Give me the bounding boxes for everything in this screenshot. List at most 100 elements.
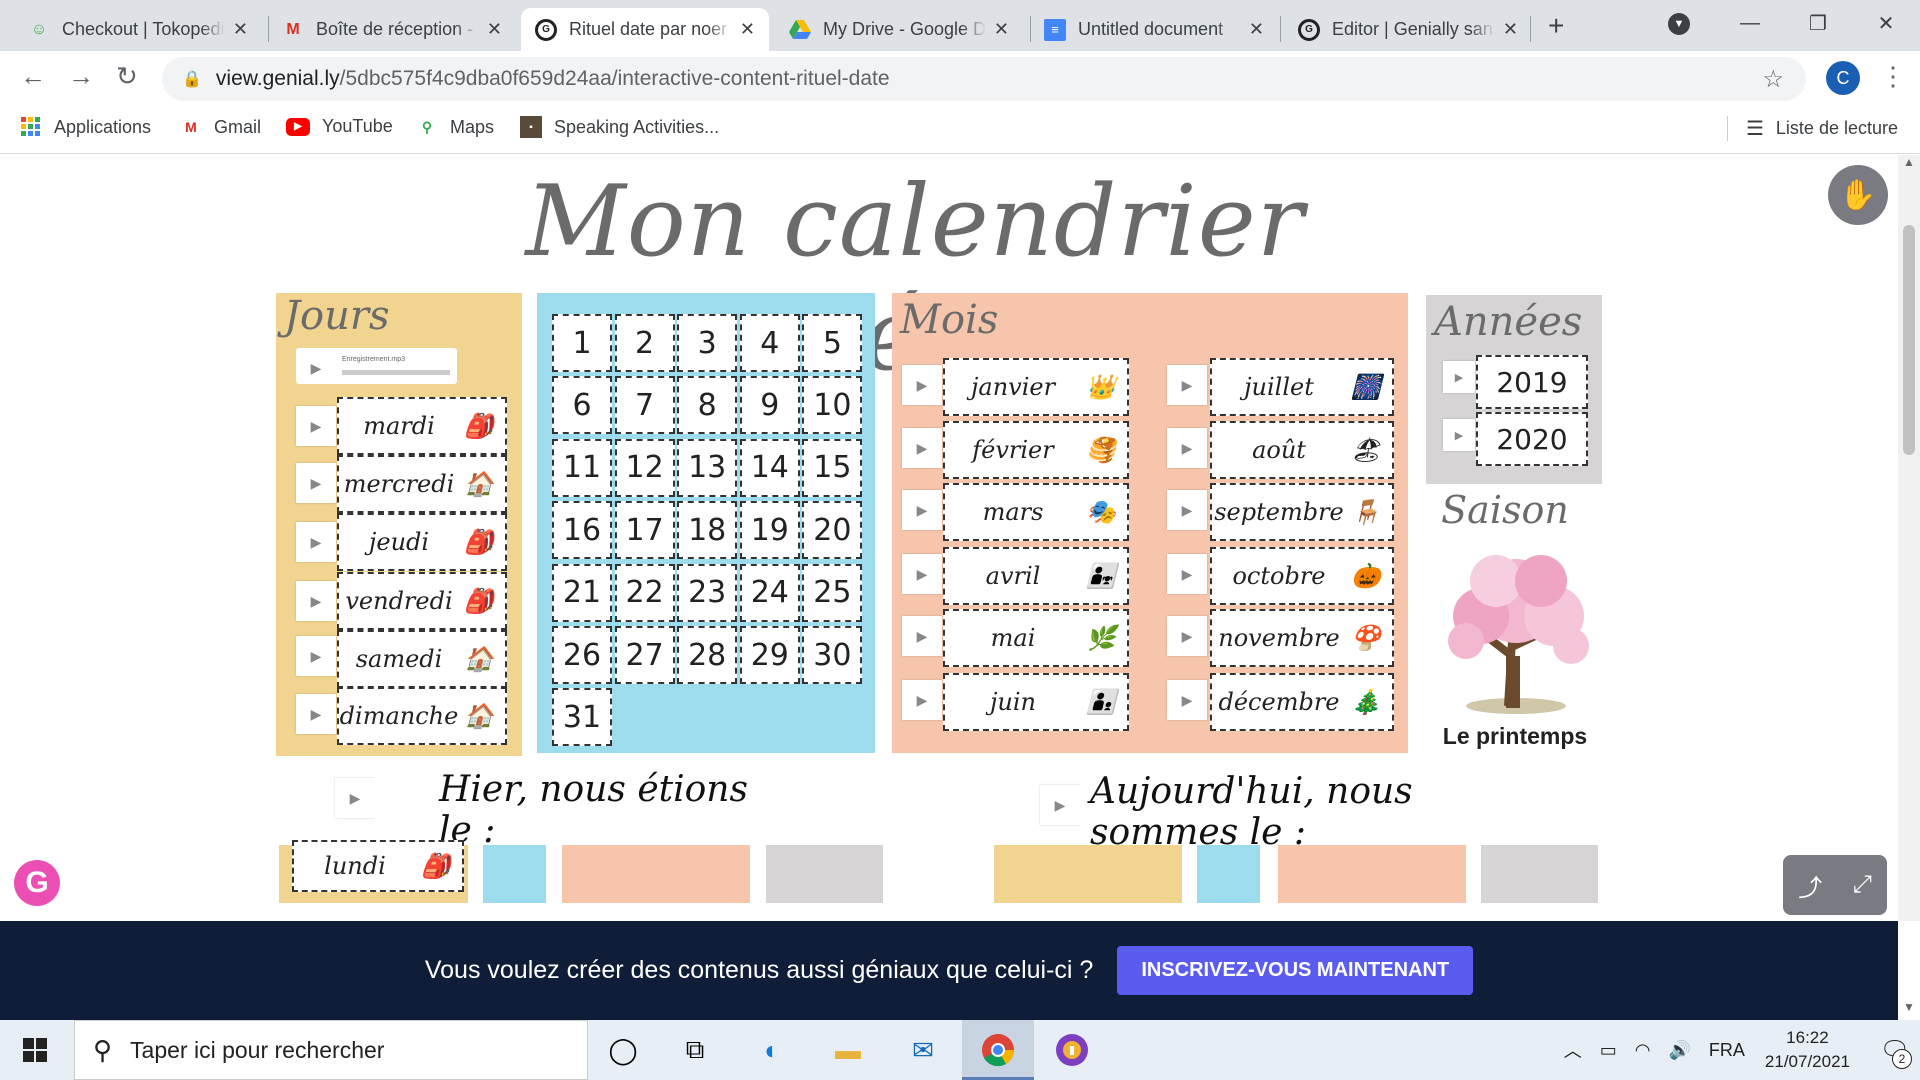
play-icon[interactable]: ▶ <box>1443 361 1475 393</box>
tab-tokopedia[interactable]: ☺ Checkout | Tokopedia ✕ <box>14 8 262 51</box>
close-tab-icon[interactable]: ✕ <box>487 19 502 40</box>
play-icon[interactable]: ▶ <box>902 554 942 594</box>
back-arrow-icon[interactable]: ← <box>20 61 46 92</box>
number-card[interactable]: 19 <box>739 501 800 560</box>
play-icon[interactable]: ▶ <box>1167 365 1207 405</box>
task-view-icon[interactable]: ⧉ <box>675 1030 715 1070</box>
genially-logo-icon[interactable]: G <box>14 860 60 906</box>
number-card[interactable]: 4 <box>739 314 800 372</box>
today-month-slot[interactable] <box>1278 845 1466 903</box>
month-card-avril[interactable]: avril 👨‍👧 <box>943 547 1129 605</box>
play-icon[interactable]: ▶ <box>1167 680 1207 720</box>
play-icon[interactable]: ▶ <box>296 694 336 734</box>
close-tab-icon[interactable]: ✕ <box>994 19 1009 40</box>
number-card[interactable]: 11 <box>552 438 612 497</box>
play-icon[interactable]: ▶ <box>1040 785 1080 825</box>
number-card[interactable]: 10 <box>802 376 863 435</box>
taskbar-clock[interactable]: 16:22 21/07/2021 <box>1765 1026 1850 1074</box>
number-card[interactable]: 20 <box>802 501 863 560</box>
restore-icon[interactable]: ❐ <box>1784 0 1852 46</box>
day-card-mardi[interactable]: mardi 🎒 <box>337 397 507 455</box>
play-icon[interactable]: ▶ <box>296 463 336 503</box>
play-icon[interactable]: ▶ <box>335 778 375 818</box>
number-card[interactable]: 22 <box>614 563 675 622</box>
play-icon[interactable]: ▶ <box>902 680 942 720</box>
number-card[interactable]: 2 <box>614 314 675 372</box>
number-card[interactable]: 18 <box>677 501 738 560</box>
play-icon[interactable]: ▶ <box>1167 490 1207 530</box>
yesterday-number-slot[interactable] <box>483 845 546 903</box>
month-card-mai[interactable]: mai 🌿 <box>943 609 1129 667</box>
signup-button[interactable]: INSCRIVEZ-VOUS MAINTENANT <box>1117 946 1474 995</box>
bookmark-gmail[interactable]: M Gmail <box>180 116 261 138</box>
profile-avatar[interactable]: C <box>1826 61 1860 95</box>
number-card[interactable]: 21 <box>552 563 612 622</box>
month-card-mars[interactable]: mars 🎭 <box>943 483 1129 541</box>
page-scrollbar[interactable]: ▲ <box>1898 155 1920 921</box>
bookmark-maps[interactable]: ⚲ Maps <box>416 116 494 138</box>
day-card-dimanche[interactable]: dimanche 🏠 <box>337 687 507 745</box>
battery-icon[interactable]: ▭ <box>1600 1040 1617 1061</box>
number-card[interactable]: 26 <box>552 626 612 684</box>
wifi-icon[interactable]: ◠ <box>1635 1040 1651 1061</box>
windows-start-button[interactable] <box>0 1020 70 1080</box>
play-icon[interactable]: ▶ <box>902 616 942 656</box>
today-number-slot[interactable] <box>1197 845 1260 903</box>
notifications-button[interactable]: 🗨 2 <box>1870 1036 1920 1069</box>
month-card-juillet[interactable]: juillet 🎆 <box>1210 358 1394 416</box>
language-indicator[interactable]: FRA <box>1709 1040 1745 1061</box>
play-icon[interactable]: ▶ <box>296 636 336 676</box>
minimize-icon[interactable]: — <box>1716 0 1784 46</box>
close-tab-icon[interactable]: ✕ <box>233 19 248 40</box>
tab-untitled-document[interactable]: ≡ Untitled document ✕ <box>1030 8 1278 51</box>
month-card-novembre[interactable]: novembre 🍄 <box>1210 609 1394 667</box>
play-icon[interactable]: ▶ <box>1167 616 1207 656</box>
edge-icon[interactable]: ◐ <box>752 1030 792 1070</box>
scroll-down-icon[interactable]: ▼ <box>1898 1000 1920 1020</box>
number-card[interactable]: 3 <box>677 314 738 372</box>
number-card[interactable]: 24 <box>739 563 800 622</box>
browser-menu-icon[interactable]: ⋮ <box>1880 61 1906 92</box>
reading-list-button[interactable]: ☰ Liste de lecture <box>1726 116 1898 141</box>
scroll-up-icon[interactable]: ▲ <box>1898 155 1920 169</box>
scroll-thumb[interactable] <box>1903 225 1915 455</box>
tab-search-icon[interactable]: ▼ <box>1668 13 1690 35</box>
play-icon[interactable]: ▶ <box>902 428 942 468</box>
number-card[interactable]: 1 <box>552 314 612 372</box>
play-icon[interactable]: ▶ <box>296 406 336 446</box>
tab-gmail[interactable]: M Boîte de réception - Gmail ✕ <box>268 8 516 51</box>
bookmark-applications[interactable]: Applications <box>20 116 151 138</box>
share-icon[interactable]: ⤴ <box>1798 868 1822 903</box>
year-card-2020[interactable]: 2020 <box>1476 412 1588 466</box>
day-card-mercredi[interactable]: mercredi 🏠 <box>337 455 507 513</box>
month-card-février[interactable]: février 🥞 <box>943 421 1129 479</box>
number-card[interactable]: 16 <box>552 501 612 560</box>
month-card-décembre[interactable]: décembre 🎄 <box>1210 673 1394 731</box>
play-icon[interactable]: ▶ <box>1167 428 1207 468</box>
fullscreen-icon[interactable]: ⤢ <box>1853 871 1872 899</box>
play-icon[interactable]: ▶ <box>296 522 336 562</box>
today-year-slot[interactable] <box>1481 845 1598 903</box>
number-card[interactable]: 15 <box>802 438 863 497</box>
play-icon[interactable]: ▶ <box>296 581 336 621</box>
close-tab-icon[interactable]: ✕ <box>740 19 755 40</box>
month-card-octobre[interactable]: octobre 🎃 <box>1210 547 1394 605</box>
play-icon[interactable]: ▶ <box>902 365 942 405</box>
number-card[interactable]: 14 <box>739 438 800 497</box>
number-card[interactable]: 17 <box>614 501 675 560</box>
hand-pointer-icon[interactable]: ✋ <box>1828 165 1888 225</box>
number-card[interactable]: 9 <box>739 376 800 435</box>
mail-icon[interactable]: ✉ <box>903 1030 943 1070</box>
number-card[interactable]: 5 <box>802 314 863 372</box>
day-card-lundi[interactable]: lundi 🎒 <box>292 840 464 892</box>
cortana-icon[interactable]: ◯ <box>603 1030 643 1070</box>
close-window-icon[interactable]: ✕ <box>1852 0 1920 46</box>
tab-genially-editor[interactable]: G Editor | Genially sans ✕ <box>1284 8 1532 51</box>
number-card[interactable]: 30 <box>802 626 863 684</box>
yesterday-month-slot[interactable] <box>562 845 750 903</box>
year-card-2019[interactable]: 2019 <box>1476 355 1588 409</box>
volume-icon[interactable]: 🔊 <box>1668 1040 1690 1061</box>
close-tab-icon[interactable]: ✕ <box>1249 19 1264 40</box>
play-icon[interactable]: ▶ <box>296 348 336 388</box>
number-card[interactable]: 25 <box>802 563 863 622</box>
